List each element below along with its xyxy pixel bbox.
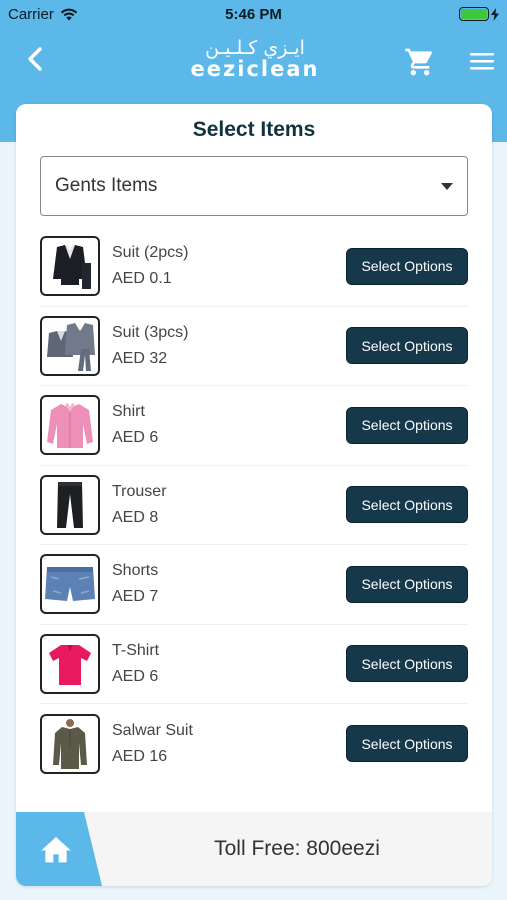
battery-indicator — [459, 7, 499, 21]
shorts-image — [40, 554, 100, 615]
trouser-image — [40, 474, 100, 535]
hamburger-menu-icon — [470, 53, 494, 70]
item-name: Suit (3pcs) — [112, 323, 189, 341]
status-bar: Carrier 5:46 PM — [0, 0, 507, 28]
list-item: Suit (2pcs) AED 0.1 Select Options — [40, 227, 468, 307]
item-price: AED 6 — [112, 667, 159, 685]
list-item: Suit (3pcs) AED 32 Select Options — [40, 307, 468, 386]
select-options-button[interactable]: Select Options — [346, 565, 468, 603]
eeziclean-logo: ايـزي كـلـيـن eeziclean — [190, 38, 320, 82]
list-item: Shirt AED 6 Select Options — [40, 386, 468, 466]
select-options-button[interactable]: Select Options — [346, 406, 468, 444]
salwar-suit-image — [40, 713, 100, 774]
category-dropdown-value: Gents Items — [55, 175, 158, 196]
item-name: Trouser — [112, 482, 167, 500]
toll-free-number: Toll Free: 800eezi — [214, 837, 380, 860]
item-price: AED 7 — [112, 588, 159, 606]
select-items-card: Select Items Gents Items Suit (2pcs) AED… — [16, 104, 492, 886]
cart-icon — [405, 48, 433, 76]
item-price: AED 16 — [112, 747, 168, 765]
item-price: AED 32 — [112, 349, 168, 367]
item-name: Shirt — [112, 403, 145, 421]
select-options-button[interactable]: Select Options — [346, 725, 468, 763]
menu-button[interactable] — [468, 50, 496, 74]
footer-bar: Toll Free: 800eezi — [16, 812, 492, 886]
list-item: Salwar Suit AED 16 Select Options — [40, 704, 468, 784]
select-options-button[interactable]: Select Options — [346, 486, 468, 524]
carrier-group: Carrier — [8, 6, 78, 23]
item-name: Shorts — [112, 562, 159, 580]
suit-3pcs-image — [40, 315, 100, 376]
item-list: Suit (2pcs) AED 0.1 Select Options Suit … — [40, 227, 468, 784]
item-price: AED 6 — [112, 429, 159, 447]
battery-fill — [461, 9, 487, 19]
home-icon — [41, 837, 71, 863]
item-name: T-Shirt — [112, 641, 160, 659]
item-info: Shirt AED 6 — [112, 399, 346, 451]
list-item: T-Shirt AED 6 Select Options — [40, 625, 468, 704]
chevron-left-icon — [28, 47, 42, 71]
carrier-label: Carrier — [8, 5, 54, 23]
charging-bolt-icon — [491, 7, 499, 21]
item-name: Salwar Suit — [112, 721, 193, 739]
item-name: Suit (2pcs) — [112, 244, 189, 262]
back-button[interactable] — [20, 44, 50, 74]
cart-button[interactable] — [404, 46, 436, 78]
item-price: AED 0.1 — [112, 270, 172, 288]
shirt-image — [40, 395, 100, 456]
select-options-button[interactable]: Select Options — [346, 327, 468, 365]
list-item: Shorts AED 7 Select Options — [40, 545, 468, 625]
select-options-button[interactable]: Select Options — [346, 247, 468, 285]
item-price: AED 8 — [112, 508, 159, 526]
logo-english: eeziclean — [190, 57, 320, 81]
list-item: Trouser AED 8 Select Options — [40, 466, 468, 545]
item-info: Suit (2pcs) AED 0.1 — [112, 240, 346, 292]
page-title: Select Items — [192, 118, 316, 141]
wifi-icon — [60, 8, 78, 20]
battery-icon — [459, 7, 489, 21]
logo-arabic: ايـزي كـلـيـن — [205, 37, 305, 59]
item-info: Suit (3pcs) AED 32 — [112, 320, 346, 372]
item-info: Trouser AED 8 — [112, 479, 346, 531]
home-button[interactable] — [16, 812, 102, 886]
item-info: Salwar Suit AED 16 — [112, 718, 346, 770]
item-info: T-Shirt AED 6 — [112, 638, 346, 690]
tshirt-image — [40, 633, 100, 694]
item-info: Shorts AED 7 — [112, 558, 346, 610]
suit-2pcs-image — [40, 236, 100, 297]
caret-down-icon — [441, 182, 453, 190]
category-dropdown[interactable]: Gents Items — [40, 156, 468, 216]
select-options-button[interactable]: Select Options — [346, 645, 468, 683]
